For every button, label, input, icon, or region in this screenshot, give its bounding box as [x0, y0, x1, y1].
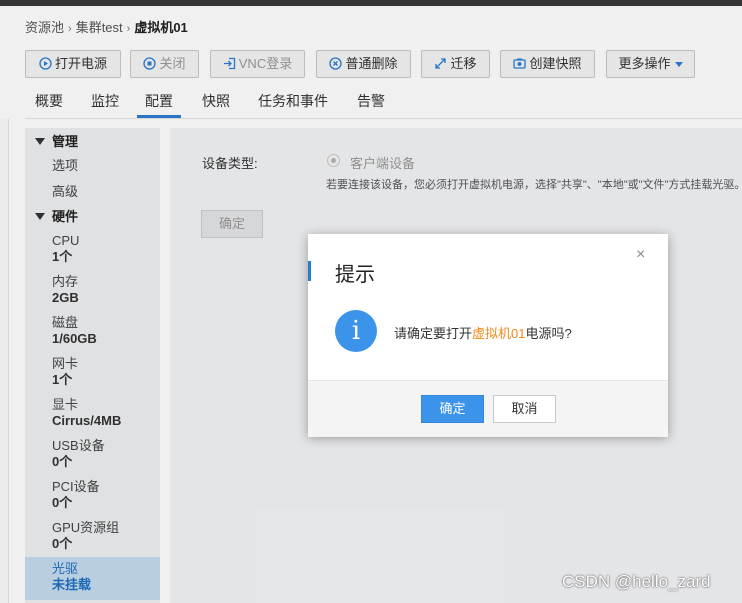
dialog-ok-button[interactable]: 确定 — [421, 395, 484, 423]
message-prefix: 请确定要打开 — [394, 326, 473, 341]
close-icon[interactable]: × — [636, 246, 645, 264]
dialog-cancel-button[interactable]: 取消 — [493, 395, 556, 423]
title-accent-bar — [308, 261, 311, 281]
dialog-footer: 确定 取消 — [308, 380, 668, 437]
info-icon: i — [335, 310, 377, 352]
message-suffix: 电源吗? — [525, 326, 572, 341]
dialog-title: 提示 — [335, 264, 375, 286]
confirm-dialog: 提示 × i 请确定要打开虚拟机01电源吗? 确定 取消 — [308, 234, 668, 437]
watermark: CSDN @hello_zard — [562, 572, 711, 591]
dialog-message: 请确定要打开虚拟机01电源吗? — [394, 323, 572, 342]
message-vm-name: 虚拟机01 — [472, 326, 526, 341]
